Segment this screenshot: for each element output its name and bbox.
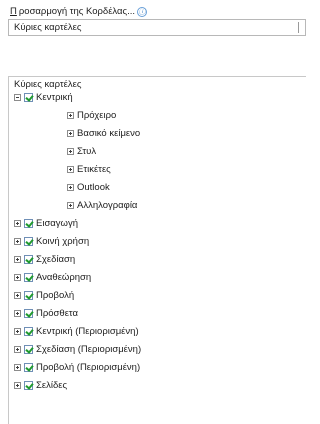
tree-row-group[interactable]: Ετικέτες [67, 162, 111, 176]
ribbon-tabs-dropdown[interactable]: Κύριες καρτέλες [8, 19, 306, 36]
tree-item-label: Στυλ [77, 145, 97, 157]
expand-icon[interactable] [14, 309, 21, 317]
tree-row-tab[interactable]: Σχεδίαση [14, 252, 75, 266]
expand-icon[interactable] [67, 129, 74, 137]
expand-icon[interactable] [67, 201, 74, 209]
tree-item-label: Βασικό κείμενο [77, 127, 141, 139]
tree-item-label: Σελίδες [36, 379, 68, 391]
checkbox-checked-icon[interactable] [24, 326, 33, 336]
dropdown-value: Κύριες καρτέλες [14, 22, 82, 33]
tree-item-label: Κεντρική [36, 91, 73, 103]
tree-row-tab[interactable]: Εισαγωγή [14, 216, 78, 230]
tree-row-group[interactable]: Πρόχειρο [67, 108, 116, 122]
tree-row-group[interactable]: Βασικό κείμενο [67, 126, 140, 140]
tree-item-label: Outlook [77, 181, 110, 193]
expand-icon[interactable] [14, 363, 21, 371]
expand-icon[interactable] [14, 255, 21, 263]
tree-item-label: Εισαγωγή [36, 217, 79, 229]
tree-row-tab[interactable]: Σελίδες [14, 378, 67, 392]
tree-row-tab[interactable]: Πρόσθετα [14, 306, 78, 320]
checkbox-checked-icon[interactable] [24, 308, 33, 318]
expand-icon[interactable] [14, 219, 21, 227]
tree-row-group[interactable]: Στυλ [67, 144, 96, 158]
customize-ribbon-text: ροσαρμογή της Κορδέλας... [18, 6, 136, 17]
expand-icon[interactable] [14, 273, 21, 281]
tree-row-tab[interactable]: Σχεδίαση (Περιορισμένη) [14, 342, 141, 356]
tree-row-tab[interactable]: Προβολή (Περιορισμένη) [14, 360, 140, 374]
expand-icon[interactable] [67, 111, 74, 119]
tree-row-group[interactable]: Αλληλογραφία [67, 198, 137, 212]
checkbox-checked-icon[interactable] [24, 290, 33, 300]
ribbon-tab-tree[interactable]: Κύριες καρτέλες Κεντρική Πρόχειρο Βασικό… [8, 76, 306, 424]
tree-row-tab[interactable]: Προβολή [14, 288, 74, 302]
tree-item-label: Αναθεώρηση [36, 271, 92, 283]
tree-row-tab[interactable]: Αναθεώρηση [14, 270, 91, 284]
expand-icon[interactable] [67, 183, 74, 191]
checkbox-checked-icon[interactable] [24, 362, 33, 372]
tree-row-tab[interactable]: Κοινή χρήση [14, 234, 89, 248]
checkbox-checked-icon[interactable] [24, 92, 33, 102]
tree-item-label: Κεντρική (Περιορισμένη) [36, 325, 139, 337]
expand-icon[interactable] [14, 291, 21, 299]
collapse-icon[interactable] [14, 93, 21, 101]
customize-ribbon-label: Προσαρμογή της Κορδέλας... ⓘ [10, 6, 148, 17]
expand-icon[interactable] [14, 327, 21, 335]
checkbox-checked-icon[interactable] [24, 218, 33, 228]
expand-icon[interactable] [14, 237, 21, 245]
dropdown-edge [298, 22, 299, 33]
tree-item-label: Κοινή χρήση [36, 235, 90, 247]
checkbox-checked-icon[interactable] [24, 344, 33, 354]
tree-item-label: Πρόσθετα [36, 307, 79, 319]
tree-item-label: Αλληλογραφία [77, 199, 138, 211]
tree-item-label: Σχεδίαση [36, 253, 76, 265]
tree-title: Κύριες καρτέλες [14, 79, 82, 90]
expand-icon[interactable] [67, 165, 74, 173]
tree-row-kentriki[interactable]: Κεντρική [14, 90, 73, 104]
tree-row-tab[interactable]: Κεντρική (Περιορισμένη) [14, 324, 139, 338]
tree-row-group[interactable]: Outlook [67, 180, 110, 194]
tree-item-label: Προβολή [36, 289, 75, 301]
checkbox-checked-icon[interactable] [24, 380, 33, 390]
accelerator-letter: Π [10, 6, 17, 17]
tree-item-label: Πρόχειρο [77, 109, 117, 121]
expand-icon[interactable] [14, 345, 21, 353]
checkbox-checked-icon[interactable] [24, 254, 33, 264]
tree-item-label: Ετικέτες [77, 163, 111, 175]
expand-icon[interactable] [67, 147, 74, 155]
expand-icon[interactable] [14, 381, 21, 389]
checkbox-checked-icon[interactable] [24, 272, 33, 282]
info-icon[interactable]: ⓘ [137, 6, 148, 17]
tree-item-label: Σχεδίαση (Περιορισμένη) [36, 343, 142, 355]
tree-item-label: Προβολή (Περιορισμένη) [36, 361, 141, 373]
checkbox-checked-icon[interactable] [24, 236, 33, 246]
